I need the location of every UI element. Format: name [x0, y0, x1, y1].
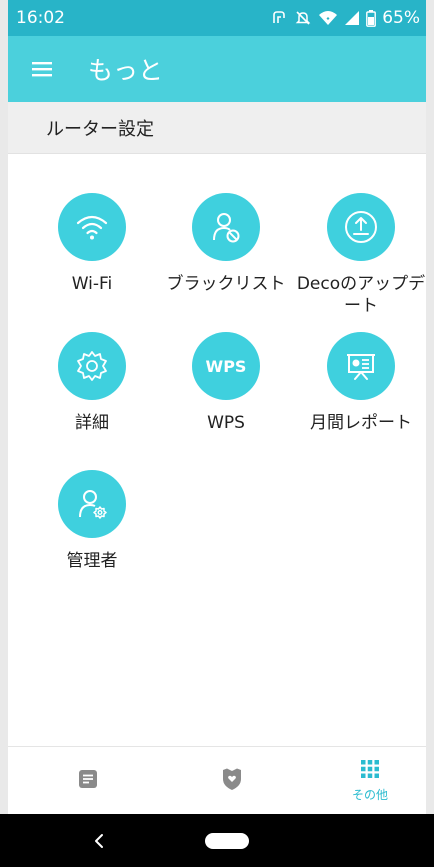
wifi-icon	[318, 9, 338, 27]
nav-overview[interactable]	[38, 747, 138, 815]
tile-label: 管理者	[66, 551, 118, 571]
battery-icon	[366, 9, 377, 27]
tile-advanced[interactable]: 詳細	[27, 332, 157, 434]
tile-deco-update[interactable]: Decoのアップデート	[296, 193, 426, 317]
grid-icon	[360, 759, 380, 783]
frame-left	[0, 0, 8, 867]
hamburger-menu-icon[interactable]	[14, 36, 70, 102]
list-icon	[77, 768, 99, 794]
bottom-nav: その他	[8, 746, 426, 815]
upload-icon	[327, 193, 395, 261]
tile-wifi[interactable]: Wi-Fi	[27, 193, 157, 295]
shield-heart-icon	[221, 767, 243, 795]
nav-more[interactable]: その他	[320, 747, 420, 815]
nav-more-label: その他	[351, 788, 388, 802]
tile-label: 詳細	[75, 413, 109, 433]
tile-admin[interactable]: 管理者	[27, 470, 157, 572]
nav-security[interactable]	[182, 747, 282, 815]
tile-label: WPS	[207, 413, 245, 433]
presentation-icon	[327, 332, 395, 400]
tile-monthly-report[interactable]: 月間レポート	[296, 332, 426, 434]
wps-icon: WPS	[192, 332, 260, 400]
status-bar: 16:02 65%	[8, 0, 426, 36]
battery-percent: 65%	[382, 8, 420, 28]
status-icons: 65%	[270, 8, 420, 28]
tile-wps[interactable]: WPS WPS	[161, 332, 291, 434]
tile-label: 月間レポート	[310, 413, 412, 433]
user-gear-icon	[58, 470, 126, 538]
tile-label: Wi-Fi	[71, 274, 113, 294]
home-button[interactable]	[205, 833, 249, 849]
section-title: ルーター設定	[46, 118, 154, 140]
nfc-icon	[270, 9, 288, 27]
section-header: ルーター設定	[8, 102, 426, 154]
frame-right	[426, 0, 434, 867]
mute-icon	[294, 9, 312, 27]
tile-label: ブラックリスト	[166, 274, 286, 294]
wps-icon-text: WPS	[205, 356, 247, 376]
tile-blacklist[interactable]: ブラックリスト	[161, 193, 291, 295]
back-icon[interactable]	[84, 826, 114, 856]
tile-label: Decoのアップデート	[296, 274, 426, 316]
signal-icon	[344, 10, 360, 26]
page-title: もっと	[88, 56, 164, 85]
user-block-icon	[192, 193, 260, 261]
system-nav-bar	[0, 814, 434, 867]
app-bar: もっと	[8, 36, 426, 102]
status-time: 16:02	[16, 8, 65, 28]
wifi-icon	[58, 193, 126, 261]
gear-icon	[58, 332, 126, 400]
